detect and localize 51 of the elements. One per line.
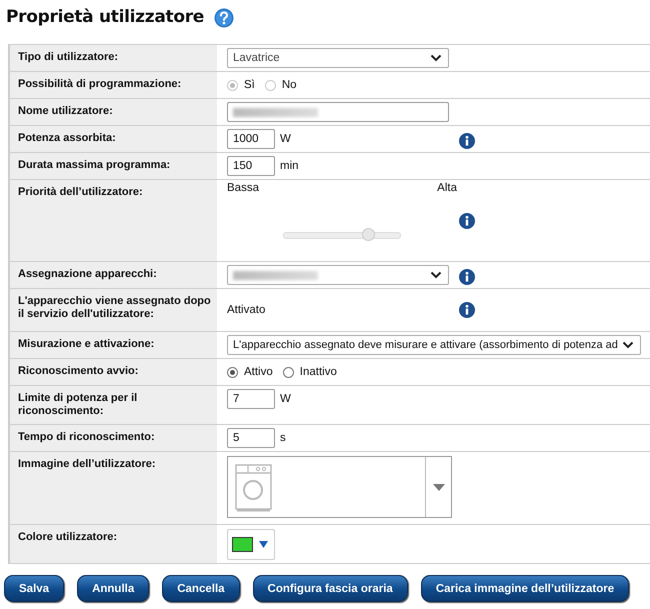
field-label: Priorità dell’utilizzatore:	[10, 180, 217, 261]
number-field[interactable]: 150	[227, 156, 275, 176]
field-label: Tipo di utilizzatore:	[10, 45, 217, 71]
name-field[interactable]	[227, 102, 449, 122]
radio-option[interactable]: Attivo	[227, 366, 273, 378]
color-picker[interactable]	[227, 529, 275, 560]
dropdown[interactable]	[227, 265, 449, 285]
field-label: Riconoscimento avvio:	[10, 359, 217, 385]
info-icon[interactable]	[459, 302, 475, 318]
status-value: Attivato	[227, 304, 266, 316]
caret-icon	[622, 341, 634, 349]
field-label: Assegnazione apparecchi:	[10, 262, 217, 288]
caret-icon	[430, 54, 442, 62]
unit-label: min	[280, 160, 299, 172]
field-label: Durata massima programma:	[10, 153, 217, 179]
field-label: Potenza assorbita:	[10, 126, 217, 152]
field-label: Limite di potenza per il riconoscimento:	[10, 386, 217, 424]
action-button[interactable]: Cancella	[162, 575, 240, 602]
number-field[interactable]: 7	[227, 389, 275, 409]
slider-thumb[interactable]	[362, 228, 375, 241]
field-label: Possibilità di programmazione:	[10, 72, 217, 98]
action-button[interactable]: Salva	[4, 575, 64, 602]
unit-label: s	[280, 432, 286, 444]
slider-min-label: Bassa	[227, 182, 259, 194]
number-field[interactable]: 5	[227, 428, 275, 448]
action-button[interactable]: Configura fascia oraria	[252, 575, 408, 602]
dropdown-arrow-icon	[432, 484, 444, 490]
field-label: Colore utilizzatore:	[10, 525, 217, 563]
field-label: L'apparecchio viene assegnato dopo il servizio dell'utilizzatore:	[10, 289, 217, 331]
info-icon[interactable]	[459, 213, 475, 229]
radio-option[interactable]: Inattivo	[282, 366, 337, 378]
field-label: Tempo di riconoscimento:	[10, 425, 217, 451]
help-icon[interactable]	[214, 8, 234, 28]
slider-max-label: Alta	[437, 182, 457, 194]
info-icon[interactable]	[459, 133, 475, 149]
info-icon[interactable]	[459, 269, 475, 285]
unit-label: W	[280, 133, 291, 145]
washing-machine-icon	[235, 464, 273, 512]
dropdown[interactable]: L'apparecchio assegnato deve misurare e attivare (assorbimento di potenza ad	[227, 335, 641, 355]
caret-icon	[430, 271, 442, 279]
caret-icon	[259, 541, 268, 548]
unit-label: W	[280, 393, 291, 405]
action-button[interactable]: Carica immagine dell’utilizzatore	[420, 575, 630, 602]
field-label: Immagine dell’utilizzatore:	[10, 452, 217, 524]
field-label: Nome utilizzatore:	[10, 99, 217, 125]
action-button[interactable]: Annulla	[77, 575, 150, 602]
field-label: Misurazione e attivazione:	[10, 332, 217, 358]
number-field[interactable]: 1000	[227, 129, 275, 149]
image-picker[interactable]	[227, 456, 452, 518]
page-title: Proprietà utilizzatore	[6, 7, 204, 27]
dropdown[interactable]: Lavatrice	[227, 48, 449, 68]
